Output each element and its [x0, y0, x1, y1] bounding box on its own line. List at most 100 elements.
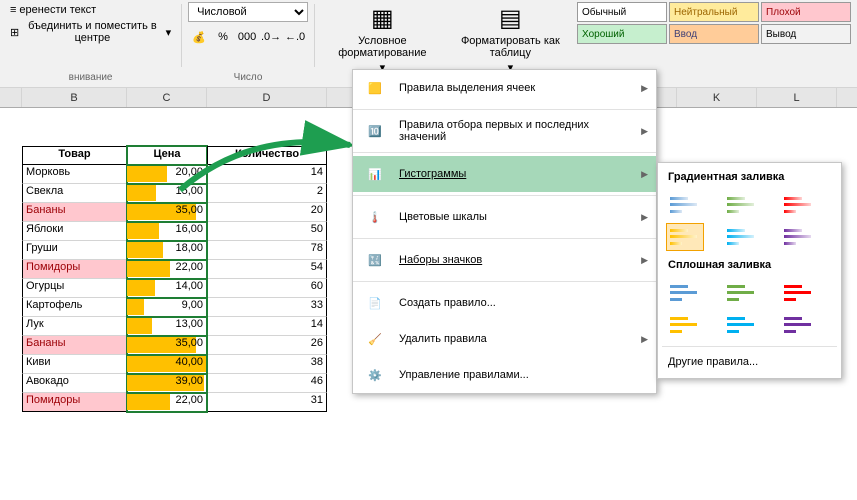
merge-icon: ⊞: [10, 26, 19, 39]
col-header-c[interactable]: C: [127, 88, 207, 107]
cell-product[interactable]: Огурцы: [22, 279, 127, 298]
databar-solid-lightblue[interactable]: [723, 311, 761, 339]
cell-price[interactable]: 22,00: [127, 393, 207, 412]
more-rules[interactable]: Другие правила...: [662, 350, 837, 374]
merge-center-button[interactable]: ⊞бъединить и поместить в центре ▾: [6, 18, 175, 46]
style-output[interactable]: Вывод: [761, 24, 851, 44]
cell-qty[interactable]: 50: [207, 222, 327, 241]
databar-gradient-green[interactable]: [723, 191, 761, 219]
cell-qty[interactable]: 26: [207, 336, 327, 355]
chevron-down-icon: ▾: [166, 26, 172, 39]
cell-product[interactable]: Свекла: [22, 184, 127, 203]
cell-qty[interactable]: 78: [207, 241, 327, 260]
cell-product[interactable]: Яблоки: [22, 222, 127, 241]
cell-product[interactable]: Бананы: [22, 336, 127, 355]
cell-price[interactable]: 20,00: [127, 165, 207, 184]
cell-qty[interactable]: 54: [207, 260, 327, 279]
col-header-k[interactable]: K: [677, 88, 757, 107]
percent-button[interactable]: %: [212, 26, 234, 48]
cell-price[interactable]: 14,00: [127, 279, 207, 298]
menu-color-scales[interactable]: 🌡️ Цветовые шкалы ▶: [353, 199, 656, 235]
table-row: Помидоры22,0031: [0, 393, 857, 412]
databar-solid-red[interactable]: [780, 279, 818, 307]
databar-solid-orange[interactable]: [666, 311, 704, 339]
col-header-b[interactable]: B: [22, 88, 127, 107]
style-bad[interactable]: Плохой: [761, 2, 851, 22]
cell-product[interactable]: Помидоры: [22, 260, 127, 279]
databar-gradient-lightblue[interactable]: [723, 223, 761, 251]
gradient-fill-header: Градиентная заливка: [662, 167, 837, 187]
style-input[interactable]: Ввод: [669, 24, 759, 44]
cell-price[interactable]: 35,00: [127, 203, 207, 222]
menu-clear-rules[interactable]: 🧹 Удалить правила ▶: [353, 321, 656, 357]
cell-qty[interactable]: 33: [207, 298, 327, 317]
databar-solid-blue[interactable]: [666, 279, 704, 307]
col-header-l[interactable]: L: [757, 88, 837, 107]
cell-product[interactable]: Морковь: [22, 165, 127, 184]
select-all-corner[interactable]: [0, 88, 22, 107]
header-qty[interactable]: Количество: [207, 146, 327, 165]
conditional-formatting-button[interactable]: ▦ Условное форматирование▾: [321, 2, 444, 76]
cell-price[interactable]: 16,00: [127, 222, 207, 241]
databar-solid-green[interactable]: [723, 279, 761, 307]
cell-price[interactable]: 13,00: [127, 317, 207, 336]
chevron-right-icon: ▶: [641, 212, 648, 223]
cell-product[interactable]: Картофель: [22, 298, 127, 317]
number-format-select[interactable]: Числовой: [188, 2, 308, 22]
col-header-d[interactable]: D: [207, 88, 327, 107]
cell-qty[interactable]: 2: [207, 184, 327, 203]
menu-highlight-rules[interactable]: 🟨 Правила выделения ячеек ▶: [353, 70, 656, 106]
cell-qty[interactable]: 14: [207, 317, 327, 336]
decrease-decimal-button[interactable]: ←.0: [284, 26, 306, 48]
icon-sets-icon: 🔣: [361, 248, 389, 272]
cell-price[interactable]: 35,00: [127, 336, 207, 355]
cell-price[interactable]: 15,00: [127, 184, 207, 203]
cell-qty[interactable]: 38: [207, 355, 327, 374]
menu-top-bottom-rules[interactable]: 🔟 Правила отбора первых и последних знач…: [353, 113, 656, 149]
cell-price[interactable]: 22,00: [127, 260, 207, 279]
format-as-table-button[interactable]: ▤ Форматировать как таблицу▾: [448, 2, 573, 76]
databar-gradient-purple[interactable]: [780, 223, 818, 251]
cell-qty[interactable]: 60: [207, 279, 327, 298]
cell-product[interactable]: Помидоры: [22, 393, 127, 412]
increase-decimal-button[interactable]: .0→: [260, 26, 282, 48]
solid-fill-header: Сплошная заливка: [662, 255, 837, 275]
comma-button[interactable]: 000: [236, 26, 258, 48]
number-section-label: Число: [182, 72, 314, 83]
cell-product[interactable]: Бананы: [22, 203, 127, 222]
cell-qty[interactable]: 46: [207, 374, 327, 393]
cell-styles-gallery: Обычный Нейтральный Плохой Хороший Ввод …: [577, 2, 851, 44]
cell-price[interactable]: 9,00: [127, 298, 207, 317]
databar-solid-purple[interactable]: [780, 311, 818, 339]
cell-qty[interactable]: 31: [207, 393, 327, 412]
cell-product[interactable]: Киви: [22, 355, 127, 374]
cell-product[interactable]: Груши: [22, 241, 127, 260]
databar-gradient-orange[interactable]: [666, 223, 704, 251]
clear-icon: 🧹: [361, 327, 389, 351]
header-product[interactable]: Товар: [22, 146, 127, 165]
cell-price[interactable]: 18,00: [127, 241, 207, 260]
menu-icon-sets[interactable]: 🔣 Наборы значков ▶: [353, 242, 656, 278]
databar-gradient-blue[interactable]: [666, 191, 704, 219]
cell-price[interactable]: 40,00: [127, 355, 207, 374]
chevron-right-icon: ▶: [641, 83, 648, 94]
cell-price[interactable]: 39,00: [127, 374, 207, 393]
cell-product[interactable]: Лук: [22, 317, 127, 336]
cell-qty[interactable]: 20: [207, 203, 327, 222]
chevron-right-icon: ▶: [641, 255, 648, 266]
alignment-label: внивание: [0, 72, 181, 83]
wrap-text-button[interactable]: ≡еренести текст: [6, 2, 175, 18]
data-bars-icon: 📊: [361, 162, 389, 186]
cell-product[interactable]: Авокадо: [22, 374, 127, 393]
style-neutral[interactable]: Нейтральный: [669, 2, 759, 22]
data-bars-submenu: Градиентная заливка Сплошная заливка Дру…: [657, 162, 842, 379]
menu-new-rule[interactable]: 📄 Создать правило...: [353, 285, 656, 321]
style-normal[interactable]: Обычный: [577, 2, 667, 22]
style-good[interactable]: Хороший: [577, 24, 667, 44]
header-price[interactable]: Цена: [127, 146, 207, 165]
cell-qty[interactable]: 14: [207, 165, 327, 184]
currency-button[interactable]: 💰: [188, 26, 210, 48]
menu-data-bars[interactable]: 📊 Гистограммы ▶: [353, 156, 656, 192]
menu-manage-rules[interactable]: ⚙️ Управление правилами...: [353, 357, 656, 393]
databar-gradient-red[interactable]: [780, 191, 818, 219]
